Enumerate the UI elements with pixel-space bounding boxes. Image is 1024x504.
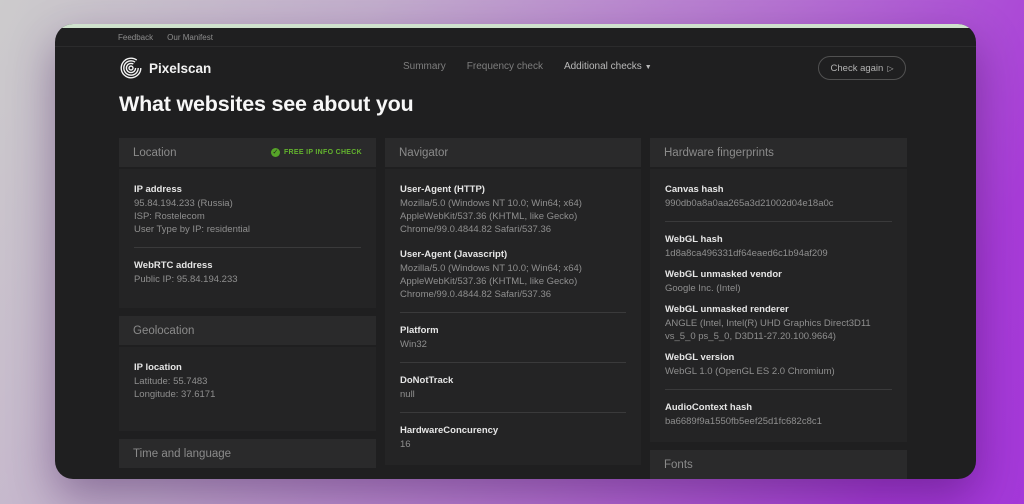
column-left: Location ✓ FREE IP INFO CHECK IP address…	[119, 138, 376, 479]
section-audiocontext-hash: AudioContext hash ba6689f9a1550fb5eef25d…	[665, 401, 892, 428]
divider	[400, 412, 626, 413]
app-window: Feedback Our Manifest Pixelscan Summary …	[55, 24, 976, 479]
panel-body-hardware-fingerprints: Canvas hash 990db0a8a0aa265a3d21002d04e1…	[650, 169, 907, 442]
nav-summary[interactable]: Summary	[403, 61, 446, 72]
panel-header-location: Location ✓ FREE IP INFO CHECK	[119, 138, 376, 167]
divider	[400, 362, 626, 363]
section-platform: Platform Win32	[400, 324, 626, 351]
section-donottrack: DoNotTrack null	[400, 374, 626, 401]
panel-header-navigator: Navigator	[385, 138, 641, 167]
our-manifest-link[interactable]: Our Manifest	[167, 33, 213, 42]
section-user-agent-js: User-Agent (Javascript) Mozilla/5.0 (Win…	[400, 248, 626, 301]
divider	[400, 312, 626, 313]
column-right: Hardware fingerprints Canvas hash 990db0…	[650, 138, 907, 479]
top-links-bar: Feedback Our Manifest	[55, 28, 976, 47]
panel-header-hardware-fingerprints: Hardware fingerprints	[650, 138, 907, 167]
panel-body-location: IP address 95.84.194.233 (Russia) ISP: R…	[119, 169, 376, 308]
section-webrtc-address: WebRTC address Public IP: 95.84.194.233	[134, 259, 361, 286]
pixelscan-logo-icon	[120, 57, 142, 79]
chevron-down-icon: ▼	[645, 64, 652, 71]
panel-header-time-language: Time and language	[119, 439, 376, 468]
section-webgl-version: WebGL version WebGL 1.0 (OpenGL ES 2.0 C…	[665, 351, 892, 378]
section-hardwareconcurency: HardwareConcurency 16	[400, 424, 626, 451]
column-middle: Navigator User-Agent (HTTP) Mozilla/5.0 …	[385, 138, 641, 479]
brand-name: Pixelscan	[149, 61, 211, 76]
check-again-button[interactable]: Check again ▷	[818, 56, 906, 80]
nav-frequency-check[interactable]: Frequency check	[467, 61, 543, 72]
divider	[665, 221, 892, 222]
divider	[665, 389, 892, 390]
panel-header-fonts: Fonts	[650, 450, 907, 479]
free-ip-info-check-badge[interactable]: ✓ FREE IP INFO CHECK	[271, 148, 362, 157]
panels-grid: Location ✓ FREE IP INFO CHECK IP address…	[119, 138, 907, 479]
section-ip-address: IP address 95.84.194.233 (Russia) ISP: R…	[134, 183, 361, 236]
play-icon: ▷	[887, 64, 893, 73]
feedback-link[interactable]: Feedback	[118, 33, 153, 42]
section-webgl-unmasked-vendor: WebGL unmasked vendor Google Inc. (Intel…	[665, 268, 892, 295]
panel-header-geolocation: Geolocation	[119, 316, 376, 345]
section-webgl-hash: WebGL hash 1d8a8ca496331df64eaed6c1b94af…	[665, 233, 892, 260]
main-nav: Summary Frequency check Additional check…	[403, 61, 652, 72]
page-title: What websites see about you	[119, 92, 413, 117]
nav-additional-checks[interactable]: Additional checks▼	[564, 61, 652, 72]
brand[interactable]: Pixelscan	[120, 57, 211, 79]
section-webgl-unmasked-renderer: WebGL unmasked renderer ANGLE (Intel, In…	[665, 303, 892, 343]
divider	[134, 247, 361, 248]
section-canvas-hash: Canvas hash 990db0a8a0aa265a3d21002d04e1…	[665, 183, 892, 210]
section-user-agent-http: User-Agent (HTTP) Mozilla/5.0 (Windows N…	[400, 183, 626, 236]
check-circle-icon: ✓	[271, 148, 280, 157]
panel-body-geolocation: IP location Latitude: 55.7483 Longitude:…	[119, 347, 376, 431]
section-ip-location: IP location Latitude: 55.7483 Longitude:…	[134, 361, 361, 401]
panel-body-navigator: User-Agent (HTTP) Mozilla/5.0 (Windows N…	[385, 169, 641, 465]
